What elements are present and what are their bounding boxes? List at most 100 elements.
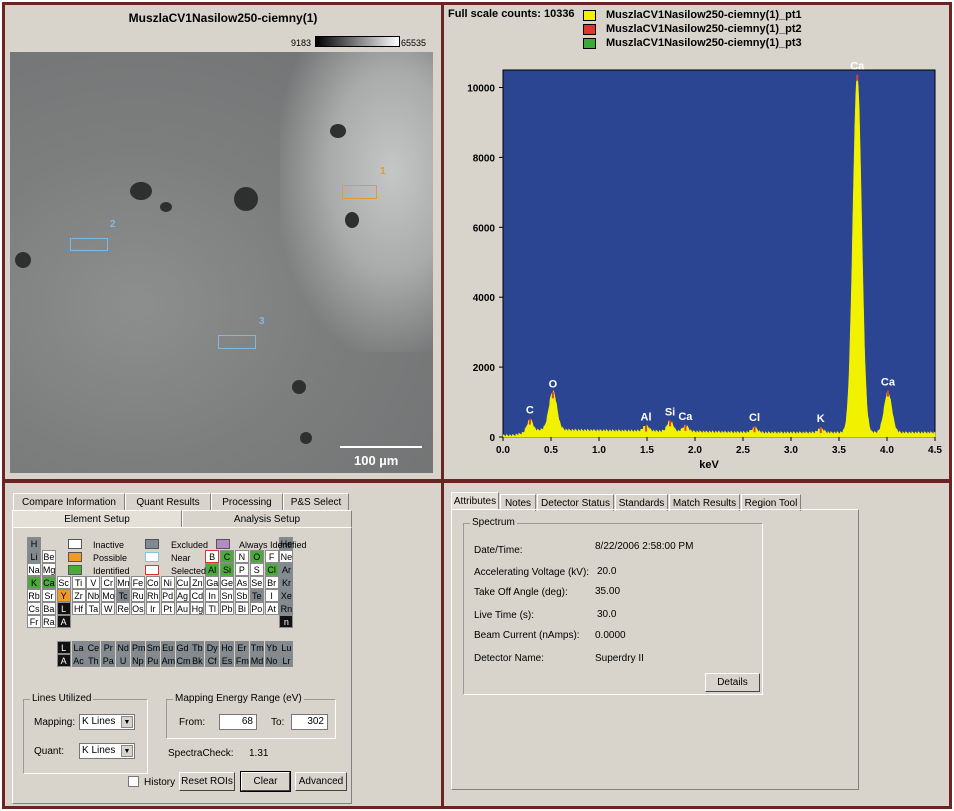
element-cell[interactable]: Ga [205,576,220,589]
element-cell[interactable]: Tl [205,602,220,615]
element-cell[interactable]: Ne [279,550,294,563]
element-cell[interactable]: Ge [220,576,235,589]
element-cell[interactable]: Pt [160,602,175,615]
element-cell[interactable]: Ho [220,641,235,654]
element-cell[interactable]: Er [234,641,249,654]
element-cell[interactable]: Mn [116,576,131,589]
element-cell[interactable]: As [234,576,249,589]
element-cell[interactable]: Rn [279,602,294,615]
element-cell[interactable]: Kr [279,576,294,589]
quant-select[interactable]: K Lines ▼ [79,743,135,759]
element-cell[interactable]: Pu [145,654,160,667]
grayscale-bar[interactable] [315,36,400,47]
element-cell[interactable]: H [27,537,41,550]
element-cell[interactable]: Lu [279,641,294,654]
element-cell[interactable]: Cs [27,602,41,615]
roi-3[interactable] [218,335,256,349]
element-cell[interactable]: Si [220,563,235,576]
sem-image[interactable]: 1 2 3 100 µm [10,52,433,473]
element-cell[interactable]: S [249,563,264,576]
element-cell[interactable]: Lr [279,654,294,667]
element-cell[interactable]: Zr [71,589,86,602]
element-cell[interactable]: Ta [86,602,101,615]
reset-rois-button[interactable]: Reset ROIs [179,772,235,791]
element-cell[interactable]: B [205,550,220,563]
element-cell[interactable]: Li [27,550,41,563]
element-cell[interactable]: Cu [175,576,190,589]
element-cell[interactable]: Tc [116,589,131,602]
element-cell[interactable]: P [234,563,249,576]
element-cell[interactable]: Tb [190,641,205,654]
element-cell[interactable]: At [264,602,279,615]
details-button[interactable]: Details [705,673,760,692]
element-cell[interactable]: Ac [71,654,86,667]
tab-quant-results[interactable]: Quant Results [125,493,211,510]
tab-ps-select[interactable]: P&S Select [283,493,349,510]
tab-analysis-setup[interactable]: Analysis Setup [182,510,352,527]
element-cell[interactable]: F [264,550,279,563]
roi-2[interactable] [70,238,108,251]
tab-compare-information[interactable]: Compare Information [13,493,125,510]
element-cell[interactable]: Sb [234,589,249,602]
element-cell[interactable]: Th [86,654,101,667]
element-cell[interactable]: Sm [145,641,160,654]
element-cell[interactable]: Ru [130,589,145,602]
element-cell[interactable]: N [234,550,249,563]
element-cell[interactable]: Cd [190,589,205,602]
element-cell[interactable]: Gd [175,641,190,654]
element-cell[interactable]: Pm [130,641,145,654]
element-cell[interactable]: Yb [264,641,279,654]
element-cell[interactable]: L [56,641,71,654]
element-cell[interactable]: Dy [205,641,220,654]
element-cell[interactable]: Ra [41,615,56,628]
tab-attributes[interactable]: Attributes [451,492,499,509]
mapping-select[interactable]: K Lines ▼ [79,714,135,730]
element-cell[interactable]: Ir [145,602,160,615]
element-cell[interactable]: Be [41,550,56,563]
element-cell[interactable]: A [56,654,71,667]
element-cell[interactable]: Y [56,589,71,602]
element-cell[interactable]: Ca [41,576,56,589]
element-cell[interactable]: Se [249,576,264,589]
element-cell[interactable]: W [101,602,116,615]
element-cell[interactable]: Ti [71,576,86,589]
roi-1[interactable] [342,185,377,199]
element-cell[interactable]: Cm [175,654,191,667]
element-cell[interactable]: Pa [101,654,116,667]
element-cell[interactable]: Hf [71,602,86,615]
element-cell[interactable]: Am [160,654,175,667]
element-cell[interactable]: No [264,654,279,667]
element-cell[interactable]: Sn [220,589,235,602]
element-cell[interactable]: Al [205,563,220,576]
element-cell[interactable]: Md [249,654,264,667]
element-cell[interactable]: Hg [190,602,205,615]
element-cell[interactable]: Pb [220,602,235,615]
element-cell[interactable]: C [220,550,235,563]
spectrum-chart[interactable]: 0.0 0.5 1.0 1.5 2.0 2.5 3.0 3.5 4.0 4.5 0 2000 4000 6… [444,53,949,479]
element-cell[interactable]: Co [145,576,160,589]
element-cell[interactable]: A [56,615,71,628]
element-cell[interactable]: Fr [27,615,41,628]
element-cell[interactable]: Fm [234,654,249,667]
element-cell[interactable]: Sr [41,589,56,602]
element-cell[interactable]: Au [175,602,190,615]
element-cell[interactable]: Os [130,602,145,615]
tab-processing[interactable]: Processing [211,493,283,510]
element-cell[interactable]: Bi [234,602,249,615]
legend-item-pt2[interactable]: MuszlaCV1Nasilow250-ciemny(1)_pt2 [583,22,802,36]
element-cell[interactable]: I [264,589,279,602]
element-cell[interactable]: Ba [41,602,56,615]
element-cell[interactable]: In [205,589,220,602]
element-cell[interactable]: Re [116,602,131,615]
element-cell[interactable]: La [71,641,86,654]
element-cell[interactable]: Bk [190,654,205,667]
element-cell[interactable]: Eu [160,641,175,654]
chevron-down-icon[interactable]: ▼ [121,716,133,728]
element-cell[interactable]: Pr [101,641,116,654]
clear-button[interactable]: Clear [240,771,291,792]
element-cell[interactable]: Te [249,589,264,602]
element-cell[interactable]: Rb [27,589,41,602]
element-cell[interactable]: Rh [145,589,160,602]
chevron-down-icon[interactable]: ▼ [121,745,133,757]
element-cell[interactable]: Mg [41,563,56,576]
